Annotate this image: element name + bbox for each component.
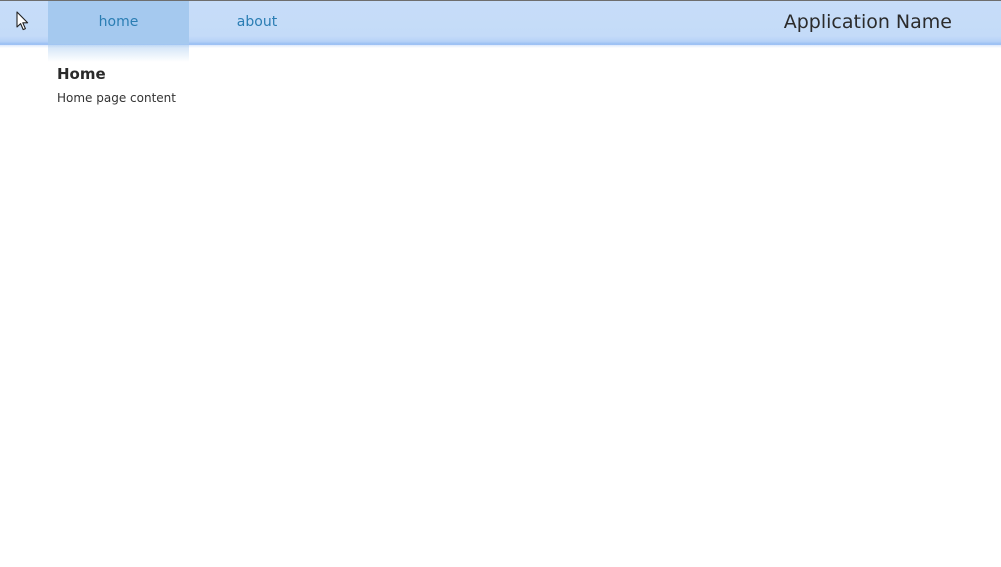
nav-home-link[interactable]: home — [48, 1, 189, 44]
active-tab-indicator — [48, 44, 189, 62]
main-navigation: home about — [48, 1, 325, 44]
page-title: Home — [57, 65, 106, 83]
nav-about-link[interactable]: about — [189, 1, 325, 44]
page-body-text: Home page content — [57, 91, 176, 105]
application-name: Application Name — [783, 11, 952, 33]
mouse-pointer-icon — [16, 11, 29, 31]
main-content: Home Home page content — [57, 64, 176, 106]
